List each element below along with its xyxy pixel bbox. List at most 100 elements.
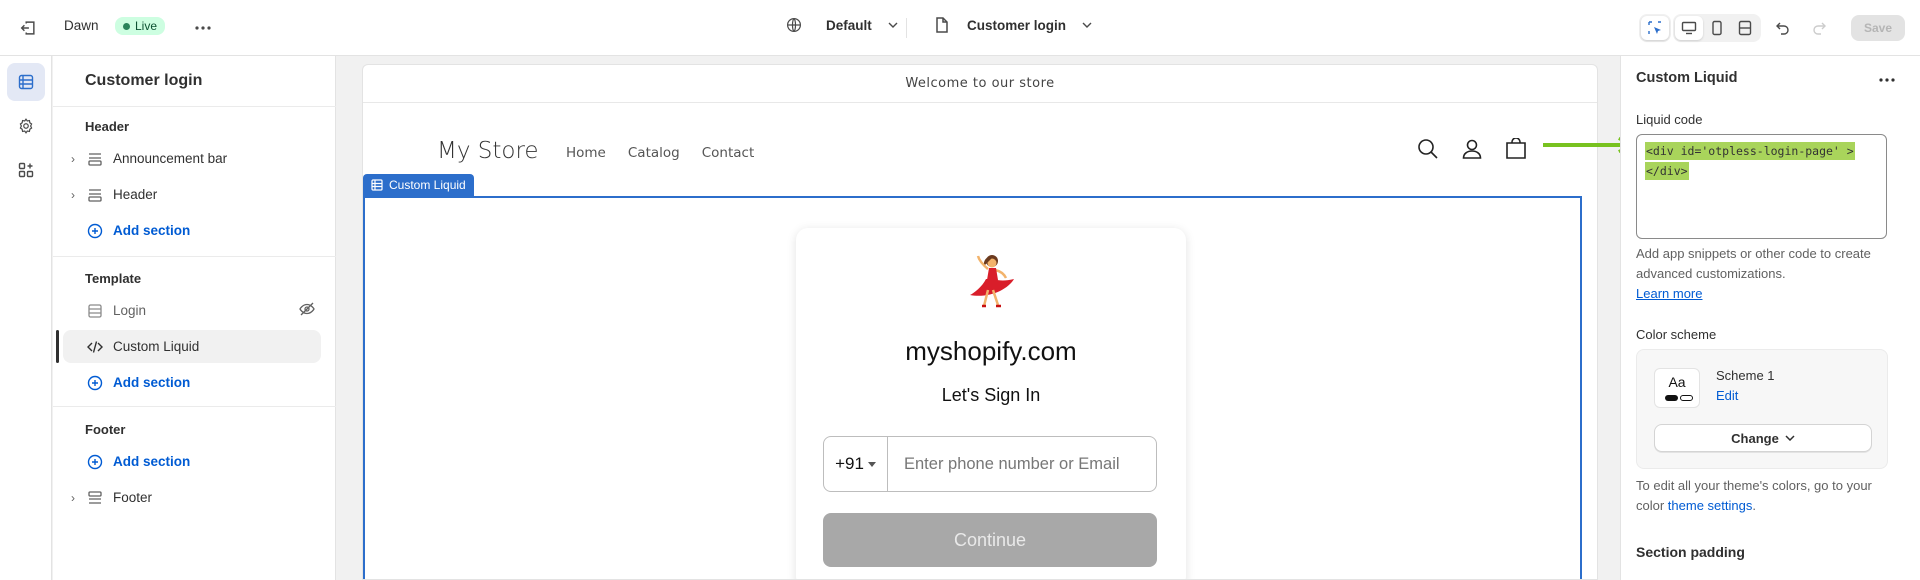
eye-hidden-icon[interactable]: [299, 302, 315, 319]
code-line-2: </div>: [1645, 162, 1689, 180]
section-layout-icon: [83, 188, 107, 202]
nav-link-home[interactable]: Home: [566, 145, 606, 161]
fullscreen-icon[interactable]: [1731, 16, 1759, 40]
live-status: Live: [105, 17, 166, 35]
section-tag[interactable]: Custom Liquid: [363, 174, 474, 196]
device-toggle-group: [1673, 14, 1761, 42]
liquid-code-label: Liquid code: [1636, 112, 1703, 127]
theme-colors-help: To edit all your theme's colors, go to y…: [1636, 478, 1872, 513]
chevron-right-icon[interactable]: ›: [63, 491, 83, 505]
nav-link-contact[interactable]: Contact: [702, 145, 755, 161]
sidebar-item-footer[interactable]: › Footer: [63, 481, 321, 514]
sidebar-item-custom-liquid[interactable]: Custom Liquid: [63, 330, 321, 363]
scheme-swatch-label: Aa: [1668, 374, 1686, 390]
add-section-template-button[interactable]: Add section: [83, 366, 341, 399]
phone-email-placeholder: Enter phone number or Email: [904, 454, 1120, 473]
liquid-help-text: Add app snippets or other code to create…: [1636, 246, 1871, 281]
footer-group-label: Footer: [85, 422, 126, 437]
scheme-name: Scheme 1: [1716, 368, 1775, 383]
page-selector[interactable]: Customer login: [935, 17, 1092, 33]
chevron-right-icon[interactable]: ›: [63, 152, 83, 166]
plus-circle-icon: [83, 454, 107, 470]
view-toggle-group: [1639, 14, 1671, 42]
login-domain: myshopify.com: [905, 336, 1077, 366]
liquid-help: Add app snippets or other code to create…: [1636, 244, 1891, 304]
login-subtitle: Let's Sign In: [941, 385, 1041, 405]
learn-more-link[interactable]: Learn more: [1636, 286, 1702, 301]
cart-icon[interactable]: [1505, 137, 1527, 163]
theme-settings-link[interactable]: theme settings: [1668, 498, 1753, 513]
sidebar-item-label: Announcement bar: [113, 151, 228, 166]
desktop-icon[interactable]: [1675, 16, 1703, 40]
panel-divider: [53, 106, 336, 107]
add-section-label: Add section: [113, 375, 191, 390]
settings-title: Custom Liquid: [1636, 70, 1738, 86]
login-card: myshopify.com Let's Sign In +91 Enter ph…: [796, 228, 1186, 579]
chevron-down-icon: [1785, 435, 1795, 441]
scheme-edit-link[interactable]: Edit: [1716, 388, 1738, 403]
continue-button[interactable]: Continue: [823, 513, 1157, 567]
template-group-label: Template: [85, 271, 142, 286]
sections-icon[interactable]: [7, 63, 45, 101]
save-button[interactable]: Save: [1851, 15, 1905, 41]
plus-circle-icon: [83, 223, 107, 239]
chevron-down-icon: [888, 22, 898, 28]
redo-icon[interactable]: [1805, 14, 1833, 42]
change-scheme-button[interactable]: Change: [1654, 424, 1872, 452]
color-scheme-card: Aa Scheme 1 Edit Change: [1636, 349, 1888, 469]
settings-gear-icon[interactable]: [7, 107, 45, 145]
sidebar-item-announcement-bar[interactable]: › Announcement bar: [63, 142, 321, 175]
country-code-select[interactable]: +91: [824, 437, 888, 491]
inspector-icon[interactable]: [1641, 16, 1669, 40]
liquid-code-editor[interactable]: <div id='otpless-login-page' > </div>: [1636, 134, 1887, 239]
live-badge: Live: [115, 17, 166, 35]
sidebar-rail: [0, 56, 52, 580]
locale-selector[interactable]: Default: [786, 17, 898, 33]
scheme-swatch: Aa: [1654, 368, 1700, 408]
selection-indicator: [56, 330, 59, 363]
section-padding-heading: Section padding: [1636, 544, 1745, 560]
sidebar-item-login[interactable]: Login: [63, 294, 321, 327]
topbar-divider: [906, 18, 907, 38]
sidebar-item-label: Header: [113, 187, 158, 202]
section-tag-label: Custom Liquid: [389, 178, 466, 192]
sidebar-item-header[interactable]: › Header: [63, 178, 321, 211]
page-label: Customer login: [967, 17, 1067, 33]
account-icon[interactable]: [1461, 138, 1483, 163]
chevron-down-icon: [1082, 22, 1092, 28]
add-section-header-button[interactable]: Add section: [83, 214, 341, 247]
scheme-pill-outline: [1680, 395, 1693, 401]
panel-divider: [53, 256, 336, 257]
more-actions-icon[interactable]: [189, 14, 217, 42]
exit-icon[interactable]: [14, 14, 42, 42]
panel-divider: [53, 406, 336, 407]
color-scheme-label: Color scheme: [1636, 327, 1717, 342]
code-icon: [83, 340, 107, 354]
undo-icon[interactable]: [1769, 14, 1797, 42]
section-layout-icon: [83, 490, 107, 505]
dancer-icon: [962, 252, 1020, 315]
mobile-icon[interactable]: [1703, 16, 1731, 40]
chevron-right-icon[interactable]: ›: [63, 188, 83, 202]
search-icon[interactable]: [1417, 138, 1439, 163]
live-dot: [123, 22, 130, 30]
theme-name[interactable]: Dawn: [64, 18, 99, 33]
phone-email-field[interactable]: +91 Enter phone number or Email: [823, 436, 1157, 492]
code-line-1: <div id='otpless-login-page' >: [1645, 142, 1855, 160]
preview-canvas: Welcome to our store My Store Home Catal…: [336, 56, 1620, 580]
add-section-footer-button[interactable]: Add section: [83, 445, 341, 478]
store-nav: Home Catalog Contact: [566, 145, 754, 161]
store-logo[interactable]: My Store: [437, 138, 539, 164]
settings-panel: Custom Liquid Liquid code <div id='otple…: [1620, 56, 1920, 580]
globe-icon: [787, 18, 801, 32]
scheme-pill-solid: [1665, 395, 1678, 401]
change-label: Change: [1731, 430, 1779, 446]
sections-panel: Customer login ▲ Header › Announcement b…: [53, 56, 347, 580]
page-icon: [936, 17, 948, 33]
apps-icon[interactable]: [7, 151, 45, 189]
nav-link-catalog[interactable]: Catalog: [628, 145, 680, 161]
more-actions-icon[interactable]: [1873, 66, 1901, 94]
plus-circle-icon: [83, 375, 107, 391]
top-bar: Dawn Live Default Customer login Save: [0, 0, 1920, 56]
announcement-bar[interactable]: Welcome to our store: [363, 65, 1597, 103]
